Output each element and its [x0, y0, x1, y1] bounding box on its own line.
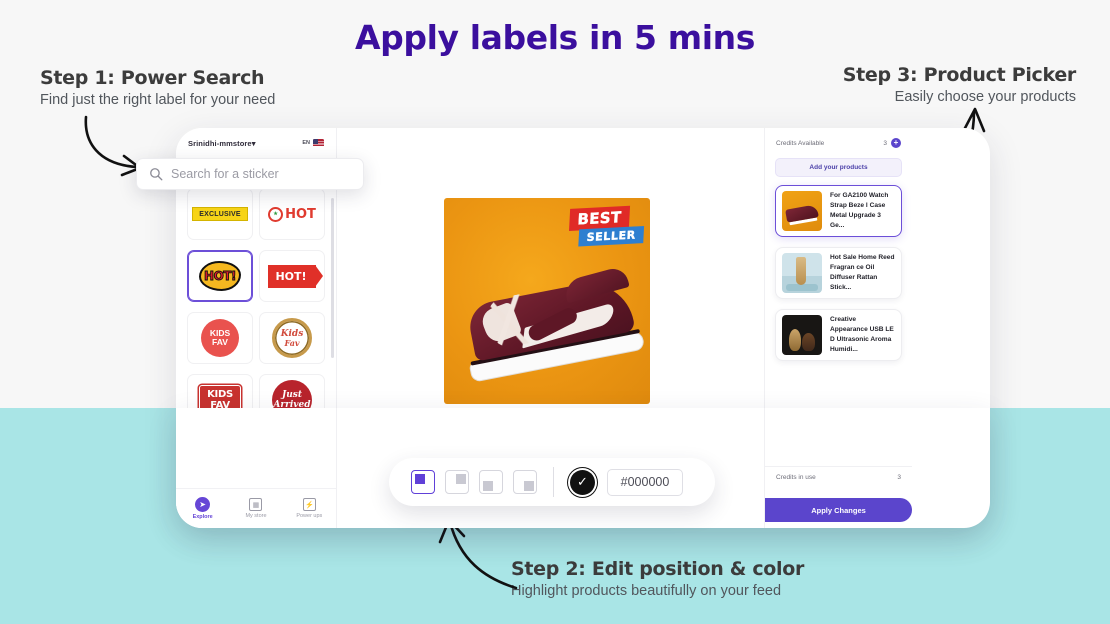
- panel-divider-left-lower: [336, 408, 337, 528]
- color-swatch-button[interactable]: ✓: [570, 469, 595, 495]
- language-label: EN: [302, 140, 310, 146]
- credits-in-use-value: 3: [897, 474, 901, 481]
- position-top-right-button[interactable]: [445, 470, 469, 494]
- hex-color-input[interactable]: #000000: [607, 468, 683, 496]
- credits-available-label: Credits Available: [776, 139, 825, 147]
- sticker-panel-scrollbar[interactable]: [331, 198, 334, 358]
- bottom-navigation-lower: ➤ Explore ▦ My store ⚡ Power ups: [176, 488, 336, 528]
- step-2-subtitle: Highlight products beautifully on your f…: [511, 583, 782, 599]
- product-title: Creative Appearance USB LE D Ultrasonic …: [830, 315, 894, 354]
- sticker-art-hot-circle: ★ HOT: [268, 206, 316, 222]
- sticker-art-hot-flag: HOT!: [268, 264, 323, 288]
- sticker-art-hot-burst: HOT!: [198, 259, 242, 293]
- sticker-grid-continued: [176, 408, 336, 438]
- toolbar-divider: [553, 467, 554, 497]
- sticker-item-kids-fav-circle[interactable]: KIDS FAV: [187, 312, 253, 364]
- page-title: Apply labels in 5 mins: [355, 18, 755, 57]
- credits-in-use-row: Credits in use 3: [765, 466, 912, 488]
- sticker-item-exclusive[interactable]: EXCLUSIVE: [187, 188, 253, 240]
- store-bar: Srinidhi-mmstore▾ EN: [176, 128, 336, 158]
- search-input[interactable]: Search for a sticker: [171, 167, 279, 181]
- sticker-art-exclusive: EXCLUSIVE: [192, 207, 248, 221]
- product-title: Hot Sale Home Reed Fragran ce Oil Diffus…: [830, 253, 895, 292]
- chevron-down-icon: ▾: [251, 138, 256, 148]
- nav-item-explore-lower[interactable]: ➤ Explore: [176, 497, 229, 520]
- preview-canvas[interactable]: BEST SELLER: [444, 198, 650, 404]
- nav-label-explore-lower: Explore: [192, 514, 213, 520]
- check-icon: ✓: [577, 474, 588, 489]
- sticker-overlay-line-2: SELLER: [578, 226, 645, 247]
- step-1-callout: Step 1: Power Search Find just the right…: [40, 67, 275, 108]
- add-your-products-button[interactable]: Add your products: [775, 158, 902, 177]
- nav-item-my-store-lower[interactable]: ▦ My store: [229, 498, 282, 519]
- sticker-item-hot-circle[interactable]: ★ HOT: [259, 188, 325, 240]
- bolt-icon: ⚡: [302, 498, 316, 511]
- credits-in-use-label: Credits in use: [776, 474, 816, 481]
- store-name-text: Srinidhi-mmstore: [188, 138, 252, 148]
- sticker-panel-lower: ➤ Explore ▦ My store ⚡ Power ups: [176, 408, 336, 528]
- step-3-callout: Step 3: Product Picker Easily choose you…: [842, 64, 1077, 105]
- apply-changes-button[interactable]: Apply Changes: [765, 498, 912, 522]
- hot-ring-icon: ★: [268, 206, 284, 222]
- credits-available-row: Credits Available 3 +: [765, 128, 912, 156]
- sneaker-illustration: [446, 241, 650, 399]
- position-button-group: [411, 470, 537, 494]
- product-title: For GA2100 Watch Strap Beze l Case Metal…: [830, 191, 889, 230]
- nav-label-my-store-lower: My store: [245, 513, 267, 519]
- position-top-left-button[interactable]: [411, 470, 435, 494]
- credits-available-value: 3: [883, 139, 887, 147]
- step-1-title: Step 1: Power Search: [40, 67, 265, 89]
- product-list-item[interactable]: Hot Sale Home Reed Fragran ce Oil Diffus…: [775, 247, 902, 299]
- applied-sticker-best-seller[interactable]: BEST SELLER: [568, 205, 645, 249]
- product-thumbnail: [782, 315, 822, 355]
- sticker-art-kids-fav-gold: Kids Fav: [272, 318, 312, 358]
- step-3-subtitle: Easily choose your products: [894, 89, 1076, 105]
- step-2-title: Step 2: Edit position & color: [511, 558, 805, 580]
- edit-toolbar: ✓ #000000: [389, 458, 715, 506]
- store-icon: ▦: [249, 498, 263, 511]
- us-flag-icon: [313, 139, 324, 147]
- compass-icon: ➤: [195, 497, 211, 512]
- credits-available-value-group: 3 +: [883, 138, 901, 148]
- step-3-title: Step 3: Product Picker: [842, 64, 1077, 86]
- search-bar[interactable]: Search for a sticker: [136, 158, 364, 190]
- sticker-item-kids-fav-gold[interactable]: Kids Fav: [259, 312, 325, 364]
- search-icon: [150, 168, 163, 181]
- sticker-art-kids-fav-circle: KIDS FAV: [201, 319, 239, 357]
- language-selector[interactable]: EN: [302, 139, 324, 147]
- product-thumbnail: [782, 253, 822, 293]
- position-bottom-left-button[interactable]: [479, 470, 503, 494]
- step-2-callout: Step 2: Edit position & color Highlight …: [511, 558, 804, 599]
- sticker-item-hot-burst[interactable]: HOT!: [187, 250, 253, 302]
- product-list-item[interactable]: For GA2100 Watch Strap Beze l Case Metal…: [775, 185, 902, 237]
- step-1-subtitle: Find just the right label for your need: [40, 92, 276, 108]
- product-list: For GA2100 Watch Strap Beze l Case Metal…: [765, 185, 912, 361]
- nav-label-power-ups-lower: Power ups: [296, 513, 323, 519]
- position-bottom-right-button[interactable]: [513, 470, 537, 494]
- product-list-item[interactable]: Creative Appearance USB LE D Ultrasonic …: [775, 309, 902, 361]
- nav-item-power-ups-lower[interactable]: ⚡ Power ups: [283, 498, 336, 519]
- product-picker-panel-lower: Credits in use 3 Apply Changes: [765, 408, 912, 528]
- store-name[interactable]: Srinidhi-mmstore▾: [188, 139, 256, 148]
- sticker-item-hot-flag[interactable]: HOT!: [259, 250, 325, 302]
- product-thumbnail: [782, 191, 822, 231]
- plus-circle-icon[interactable]: +: [891, 138, 901, 148]
- product-preview-image: BEST SELLER: [444, 198, 650, 404]
